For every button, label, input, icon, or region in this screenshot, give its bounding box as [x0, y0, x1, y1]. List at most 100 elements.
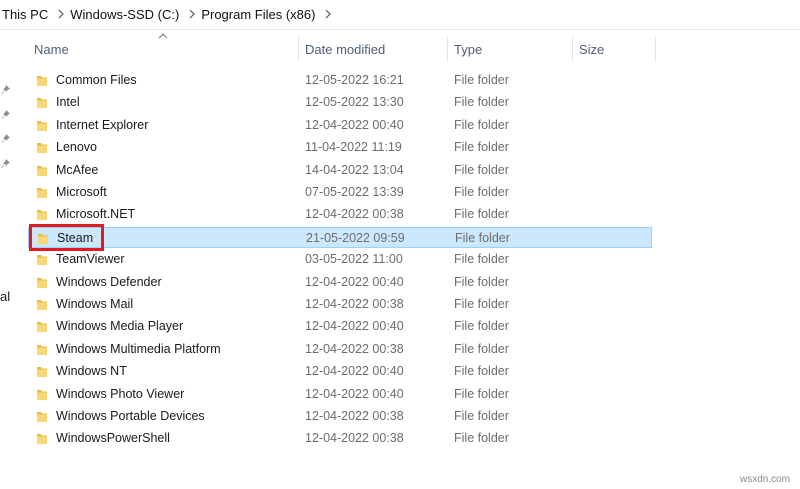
file-type: File folder	[455, 230, 510, 245]
date-modified: 12-05-2022 16:21	[305, 73, 404, 87]
nav-item-partial-label[interactable]: al	[0, 289, 10, 304]
folder-icon	[37, 98, 47, 109]
file-name[interactable]: McAfee	[56, 163, 98, 177]
file-type: File folder	[454, 162, 509, 177]
file-name[interactable]: Internet Explorer	[56, 118, 148, 132]
file-name[interactable]: Intel	[56, 95, 80, 109]
date-modified: 12-04-2022 00:40	[305, 386, 404, 401]
file-name[interactable]: Windows Mail	[56, 297, 133, 311]
column-header-type[interactable]: Type	[454, 36, 569, 62]
file-row[interactable]: Windows Mail 12-04-2022 00:38 File folder	[28, 294, 652, 315]
folder-icon	[37, 434, 47, 445]
file-name[interactable]: Windows Defender	[56, 275, 162, 289]
file-row[interactable]: Steam 21-05-2022 09:59 File folder	[28, 226, 652, 248]
pin-icon[interactable]	[0, 109, 11, 120]
column-divider[interactable]	[572, 36, 573, 62]
navigation-pane	[0, 30, 16, 489]
file-name[interactable]: TeamViewer	[56, 252, 125, 266]
file-name[interactable]: Windows Portable Devices	[56, 409, 205, 423]
date-modified: 12-04-2022 00:38	[305, 207, 404, 222]
file-name[interactable]: Steam	[57, 231, 93, 245]
folder-icon	[37, 210, 47, 221]
file-row[interactable]: Lenovo 11-04-2022 11:19 File folder	[28, 137, 652, 158]
folder-icon	[38, 233, 48, 244]
file-type: File folder	[454, 319, 509, 334]
file-row[interactable]: WindowsPowerShell 12-04-2022 00:38 File fo…	[28, 428, 652, 449]
file-row[interactable]: Common Files 12-05-2022 16:21 File folder	[28, 70, 652, 91]
folder-icon	[37, 165, 47, 176]
file-type: File folder	[454, 386, 509, 401]
date-modified: 11-04-2022 11:19	[305, 140, 402, 155]
file-name[interactable]: Microsoft.NET	[56, 207, 135, 221]
file-type: File folder	[454, 409, 509, 423]
file-row[interactable]: Windows Portable Devices 12-04-2022 00:38…	[28, 406, 652, 427]
file-name[interactable]: Windows Media Player	[56, 319, 183, 333]
file-name[interactable]: Microsoft	[56, 185, 107, 199]
breadcrumb-divider	[0, 29, 800, 30]
folder-icon	[37, 412, 47, 422]
column-header-size[interactable]: Size	[579, 36, 654, 62]
file-type: File folder	[454, 274, 509, 289]
watermark: wsxdn.com	[739, 474, 790, 485]
date-modified: 12-04-2022 00:40	[305, 364, 404, 379]
file-row[interactable]: Microsoft 07-05-2022 13:39 File folder	[28, 182, 652, 203]
date-modified: 07-05-2022 13:39	[305, 185, 404, 199]
file-row[interactable]: Windows Defender 12-04-2022 00:40 File fol…	[28, 272, 652, 293]
breadcrumb-this-pc[interactable]: This PC	[0, 7, 54, 22]
date-modified: 12-04-2022 00:38	[305, 409, 404, 423]
file-type: File folder	[454, 297, 509, 311]
file-row[interactable]: Internet Explorer 12-04-2022 00:40 File fo…	[28, 115, 652, 136]
file-type: File folder	[454, 431, 509, 446]
chevron-right-icon[interactable]	[321, 9, 335, 19]
file-row[interactable]: Windows Multimedia Platform 12-04-2022 00…	[28, 339, 652, 360]
file-type: File folder	[454, 252, 509, 267]
file-row[interactable]: Microsoft.NET 12-04-2022 00:38 File folder	[28, 204, 652, 225]
column-divider[interactable]	[655, 36, 656, 62]
file-type: File folder	[454, 95, 509, 110]
date-modified: 12-05-2022 13:30	[305, 95, 404, 110]
file-type: File folder	[454, 73, 509, 87]
column-header-name-label: Name	[34, 41, 69, 57]
folder-icon	[37, 322, 47, 333]
folder-icon	[37, 389, 47, 400]
file-name[interactable]: Windows Photo Viewer	[56, 387, 184, 401]
file-type: File folder	[454, 185, 509, 199]
column-divider[interactable]	[447, 36, 448, 62]
file-row[interactable]: Windows Photo Viewer 12-04-2022 00:40 File…	[28, 384, 652, 405]
file-name[interactable]: Windows Multimedia Platform	[56, 342, 221, 356]
file-name[interactable]: Lenovo	[56, 140, 97, 154]
date-modified: 03-05-2022 11:00	[305, 252, 403, 267]
chevron-right-icon[interactable]	[54, 9, 68, 19]
chevron-right-icon[interactable]	[185, 9, 199, 19]
file-row[interactable]: TeamViewer 03-05-2022 11:00 File folder	[28, 249, 652, 270]
pin-icon[interactable]	[0, 133, 11, 144]
file-name[interactable]: Windows NT	[56, 364, 127, 378]
folder-icon	[37, 367, 47, 378]
column-divider[interactable]	[298, 36, 299, 62]
file-type: File folder	[454, 140, 509, 155]
date-modified: 21-05-2022 09:59	[306, 230, 405, 245]
breadcrumb-program-files-x86[interactable]: Program Files (x86)	[199, 7, 321, 22]
breadcrumb-drive[interactable]: Windows-SSD (C:)	[68, 7, 185, 22]
date-modified: 12-04-2022 00:38	[305, 297, 404, 311]
date-modified: 12-04-2022 00:38	[305, 431, 404, 446]
folder-icon	[37, 76, 47, 86]
date-modified: 12-04-2022 00:38	[305, 341, 404, 356]
file-type: File folder	[454, 364, 509, 379]
folder-icon	[37, 120, 47, 131]
pin-icon[interactable]	[0, 84, 11, 95]
pin-icon[interactable]	[0, 158, 11, 169]
date-modified: 12-04-2022 00:40	[305, 117, 404, 132]
date-modified: 12-04-2022 00:40	[305, 319, 404, 334]
file-row[interactable]: McAfee 14-04-2022 13:04 File folder	[28, 160, 652, 181]
column-header-name[interactable]: Name	[34, 36, 296, 62]
file-row[interactable]: Intel 12-05-2022 13:30 File folder	[28, 92, 652, 113]
file-row[interactable]: Windows Media Player 12-04-2022 00:40 File…	[28, 316, 652, 337]
column-header-date-modified[interactable]: Date modified	[305, 36, 445, 62]
file-name[interactable]: Common Files	[56, 73, 137, 87]
date-modified: 12-04-2022 00:40	[305, 274, 404, 289]
folder-icon	[37, 277, 47, 288]
file-type: File folder	[454, 207, 509, 222]
file-row[interactable]: Windows NT 12-04-2022 00:40 File folder	[28, 361, 652, 382]
file-name[interactable]: WindowsPowerShell	[56, 431, 170, 445]
